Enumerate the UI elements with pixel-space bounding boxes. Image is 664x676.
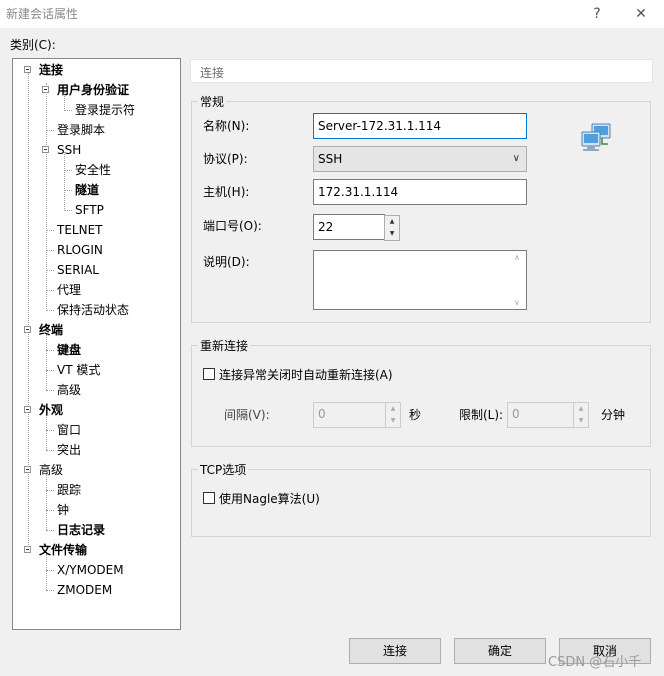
- tree-item[interactable]: 用户身份验证: [57, 81, 129, 99]
- close-button[interactable]: ✕: [618, 2, 664, 26]
- host-input[interactable]: 172.31.1.114: [313, 179, 527, 205]
- name-label: 名称(N):: [203, 119, 250, 133]
- tree-collapse-icon[interactable]: [24, 406, 31, 413]
- tree-collapse-icon[interactable]: [24, 466, 31, 473]
- tcp-group-title: TCP选项: [198, 461, 249, 478]
- interval-unit: 秒: [409, 408, 422, 422]
- tree-collapse-icon[interactable]: [42, 86, 49, 93]
- name-input[interactable]: Server-172.31.1.114: [313, 113, 527, 139]
- tree-item[interactable]: RLOGIN: [57, 241, 103, 259]
- category-label: 类别(C):: [10, 38, 56, 52]
- protocol-value: SSH: [318, 152, 343, 166]
- tree-item[interactable]: 终端: [39, 321, 63, 339]
- spin-up-icon[interactable]: ▲: [386, 403, 400, 414]
- tree-item[interactable]: SSH: [57, 141, 81, 159]
- tree-item[interactable]: 安全性: [75, 161, 111, 179]
- spin-down-icon[interactable]: ▼: [574, 415, 588, 426]
- tree-item[interactable]: X/YMODEM: [57, 561, 124, 579]
- window-title: 新建会话属性: [6, 7, 79, 21]
- spin-up-icon[interactable]: ▲: [385, 216, 399, 227]
- tree-item[interactable]: 连接: [39, 61, 63, 79]
- tree-item[interactable]: 窗口: [57, 421, 81, 439]
- tree-item[interactable]: 文件传输: [39, 541, 87, 559]
- page-title: 连接: [200, 66, 225, 80]
- interval-spinner[interactable]: ▲ ▼: [385, 402, 401, 428]
- spin-down-icon[interactable]: ▼: [385, 228, 399, 239]
- reconnect-group: [191, 345, 651, 447]
- interval-input[interactable]: 0: [313, 402, 387, 428]
- tree-item[interactable]: 代理: [57, 281, 81, 299]
- tree-item[interactable]: 高级: [57, 381, 81, 399]
- help-button[interactable]: ?: [574, 2, 620, 26]
- limit-spinner[interactable]: ▲ ▼: [573, 402, 589, 428]
- tree-item[interactable]: SFTP: [75, 201, 104, 219]
- reconnect-group-title: 重新连接: [198, 337, 251, 354]
- nagle-label[interactable]: 使用Nagle算法(U): [219, 490, 320, 507]
- description-input[interactable]: [313, 250, 527, 310]
- connect-button[interactable]: 连接: [349, 638, 441, 664]
- title-bar: [0, 0, 664, 28]
- interval-label: 间隔(V):: [224, 408, 270, 422]
- tree-item[interactable]: ZMODEM: [57, 581, 112, 599]
- limit-unit: 分钟: [601, 408, 626, 422]
- spin-up-icon[interactable]: ▲: [574, 403, 588, 414]
- tree-item[interactable]: 跟踪: [57, 481, 81, 499]
- auto-reconnect-checkbox[interactable]: [203, 368, 215, 380]
- protocol-select[interactable]: SSH ∨: [313, 146, 527, 172]
- tree-item[interactable]: 日志记录: [57, 521, 105, 539]
- tree-item[interactable]: 外观: [39, 401, 63, 419]
- tree-item[interactable]: 登录脚本: [57, 121, 105, 139]
- limit-input[interactable]: 0: [507, 402, 581, 428]
- tree-item[interactable]: 键盘: [57, 341, 81, 359]
- tree-item[interactable]: 钟: [57, 501, 69, 519]
- port-spinner[interactable]: ▲ ▼: [384, 215, 400, 241]
- limit-label: 限制(L):: [459, 408, 504, 422]
- port-label: 端口号(O):: [203, 219, 262, 233]
- tree-item[interactable]: SERIAL: [57, 261, 99, 279]
- protocol-label: 协议(P):: [203, 152, 248, 166]
- tree-item[interactable]: 突出: [57, 441, 81, 459]
- tree-item[interactable]: TELNET: [57, 221, 103, 239]
- tree-item[interactable]: VT 模式: [57, 361, 100, 379]
- category-tree[interactable]: 连接用户身份验证登录提示符登录脚本 SSH 安全性隧道 SFTP TELNET RLOGI…: [12, 58, 181, 630]
- host-label: 主机(H):: [203, 185, 250, 199]
- tree-item[interactable]: 登录提示符: [75, 101, 135, 119]
- tree-item[interactable]: 保持活动状态: [57, 301, 129, 319]
- ok-button[interactable]: 确定: [454, 638, 546, 664]
- tree-collapse-icon[interactable]: [24, 546, 31, 553]
- port-input[interactable]: 22: [313, 214, 385, 240]
- watermark-text: CSDN @石小千: [548, 655, 642, 670]
- description-scrollbar[interactable]: ∧ ∨: [512, 251, 526, 309]
- tree-collapse-icon[interactable]: [42, 146, 49, 153]
- page-header: [190, 59, 653, 83]
- tree-item[interactable]: 隧道: [75, 181, 99, 199]
- chevron-down-icon: ∨: [512, 153, 520, 164]
- description-label: 说明(D):: [203, 255, 250, 269]
- tree-item[interactable]: 高级: [39, 461, 63, 479]
- network-computers-icon: [578, 122, 614, 154]
- general-group-title: 常规: [198, 93, 227, 110]
- spin-down-icon[interactable]: ▼: [386, 415, 400, 426]
- auto-reconnect-label[interactable]: 连接异常关闭时自动重新连接(A): [219, 366, 393, 383]
- tree-collapse-icon[interactable]: [24, 326, 31, 333]
- nagle-checkbox[interactable]: [203, 492, 215, 504]
- tree-collapse-icon[interactable]: [24, 66, 31, 73]
